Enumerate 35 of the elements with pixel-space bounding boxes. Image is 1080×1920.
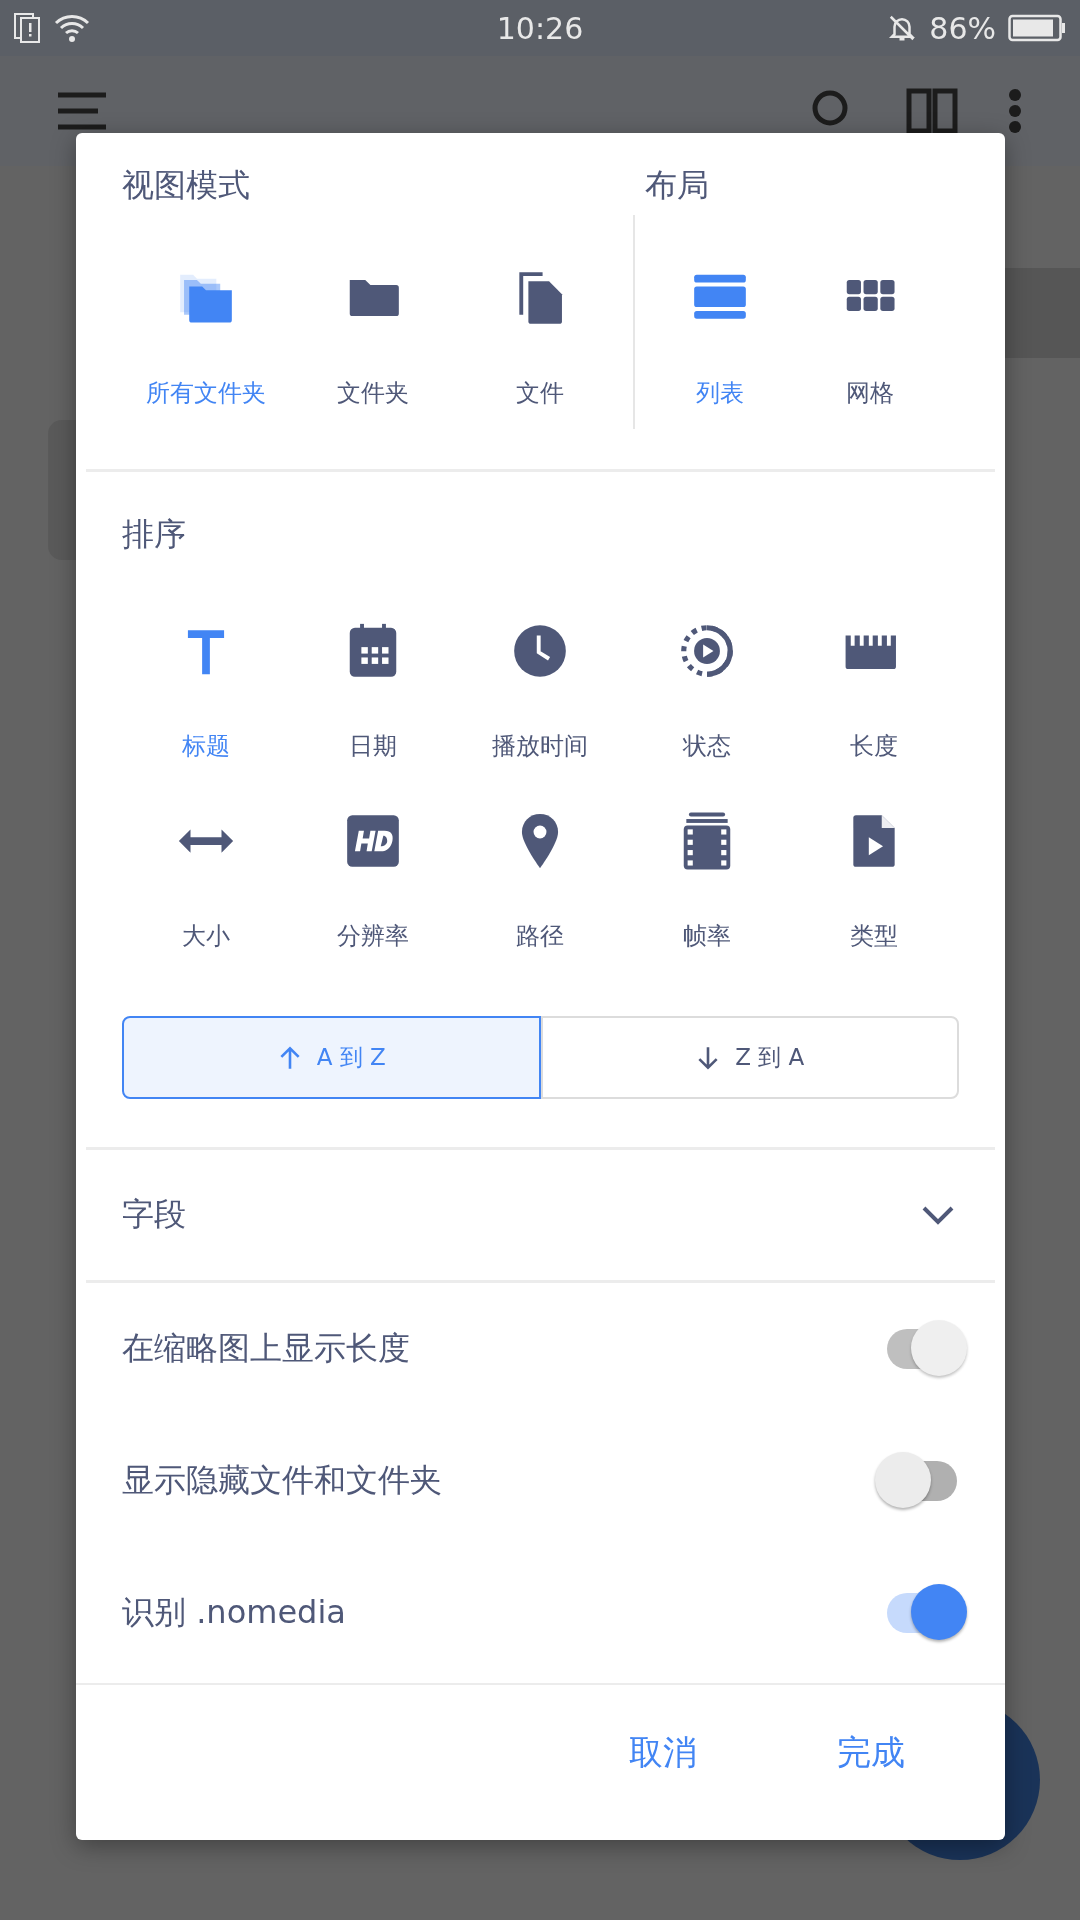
view-mode-option[interactable]: 文件夹	[289, 267, 456, 409]
section-title: 布局	[644, 165, 710, 206]
sort-option[interactable]: 日期	[289, 620, 456, 762]
toggle-label: 识别 .nomedia	[122, 1592, 346, 1633]
sort-option[interactable]: 帧率	[623, 810, 790, 952]
fields-label: 字段	[122, 1194, 186, 1235]
sort-option[interactable]: 播放时间	[456, 620, 623, 762]
cancel-button[interactable]: 取消	[619, 1719, 707, 1786]
view-mode-option[interactable]: 文件	[456, 267, 623, 409]
sort-option[interactable]: 长度	[790, 620, 957, 762]
sort-option[interactable]: 大小	[122, 810, 289, 952]
status-time: 10:26	[496, 10, 584, 46]
view-mode-option[interactable]: 所有文件夹	[122, 267, 289, 409]
more-icon[interactable]	[1008, 88, 1022, 134]
bell-off-icon	[887, 13, 918, 43]
section-title: 排序	[122, 514, 187, 555]
sort-order-button[interactable]: Z 到 A	[540, 1016, 959, 1099]
toggle-label: 在缩略图上显示长度	[122, 1328, 410, 1369]
toggle-label: 显示隐藏文件和文件夹	[122, 1460, 442, 1501]
section-title: 视图模式	[122, 165, 251, 206]
done-button[interactable]: 完成	[827, 1719, 915, 1786]
sort-option[interactable]: 标题	[122, 620, 289, 762]
sort-option[interactable]: 状态	[623, 620, 790, 762]
sort-option[interactable]: 分辨率	[289, 810, 456, 952]
view-icon[interactable]	[906, 88, 958, 134]
battery-percent: 86%	[929, 10, 996, 46]
menu-icon[interactable]	[58, 91, 106, 131]
sort-option[interactable]: 类型	[790, 810, 957, 952]
sim-icon	[14, 13, 40, 43]
layout-option[interactable]: 列表	[644, 267, 795, 409]
fields-row[interactable]: 字段	[76, 1150, 1005, 1280]
layout-option[interactable]: 网格	[794, 267, 945, 409]
battery-icon	[1008, 14, 1066, 42]
wifi-icon	[54, 14, 90, 42]
sort-option[interactable]: 路径	[456, 810, 623, 952]
